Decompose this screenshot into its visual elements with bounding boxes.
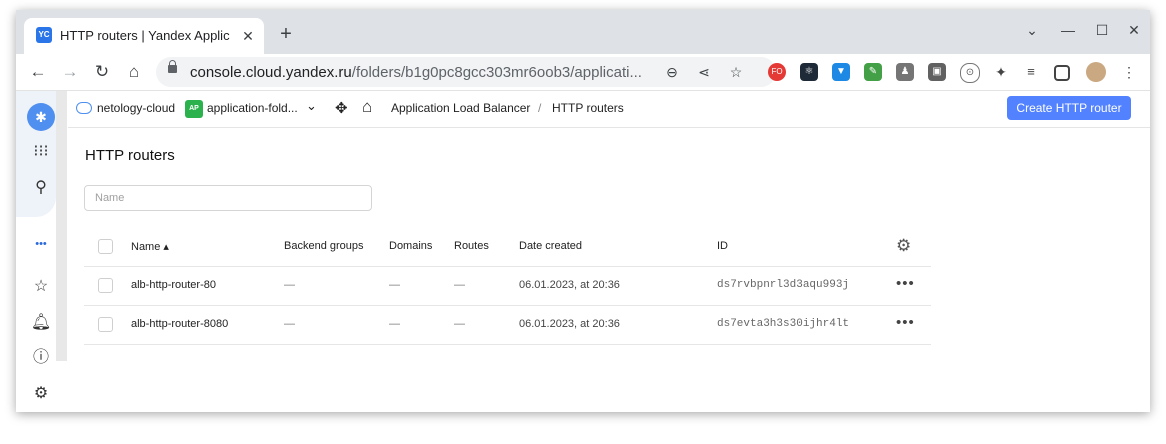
router-name[interactable]: alb-http-router-8080: [131, 318, 228, 330]
column-id: ID: [717, 240, 728, 252]
address-bar[interactable]: console.cloud.yandex.ru/folders/b1g0pc8g…: [156, 57, 776, 87]
main-content: netology-cloud AP application-fold... ⌄ …: [68, 91, 1150, 412]
http-routers-table: Name ▴ Backend groups Domains Routes Dat…: [84, 228, 931, 345]
routes-value: —: [454, 279, 465, 291]
side-panel-icon[interactable]: [1054, 65, 1070, 81]
table-row[interactable]: alb-http-router-80 — — — 06.01.2023, at …: [84, 267, 931, 306]
date-created-value: 06.01.2023, at 20:36: [519, 318, 620, 330]
url-host: console.cloud.yandex.ru: [190, 64, 352, 81]
page-title: HTTP routers: [85, 147, 175, 164]
browser-window: YC HTTP routers | Yandex Applic ✕ + ⌄ — …: [16, 10, 1150, 412]
breadcrumb-cloud[interactable]: netology-cloud: [97, 101, 175, 115]
row-actions-menu-icon[interactable]: •••: [896, 314, 915, 331]
extensions-puzzle-icon[interactable]: ✦: [992, 63, 1010, 81]
home-icon[interactable]: ⌂: [362, 97, 372, 117]
left-nav-scrollbar[interactable]: [56, 91, 67, 361]
extension-fo-icon[interactable]: FO: [768, 63, 786, 81]
router-id-value: ds7rvbpnrl3d3aqu993j: [717, 279, 850, 291]
row-checkbox[interactable]: [98, 317, 113, 332]
profile-avatar[interactable]: [1086, 62, 1106, 82]
home-icon[interactable]: ⌂: [122, 60, 146, 84]
name-filter-field[interactable]: [84, 185, 372, 211]
breadcrumb-current: HTTP routers: [552, 101, 624, 115]
extension-shield-icon[interactable]: ▼: [832, 63, 850, 81]
yc-brand-icon[interactable]: ✱: [27, 103, 55, 131]
folder-chevron-down-icon[interactable]: ⌄: [306, 98, 317, 114]
column-name[interactable]: Name ▴: [131, 240, 169, 253]
folder-badge: AP: [185, 100, 203, 118]
breadcrumb-folder[interactable]: application-fold...: [207, 101, 298, 115]
extension-circle-icon[interactable]: ⊙: [960, 63, 980, 83]
close-window-icon[interactable]: ✕: [1124, 22, 1144, 39]
apps-grid-icon[interactable]: ⁝⁝⁝: [28, 139, 54, 165]
create-http-router-button[interactable]: Create HTTP router: [1007, 96, 1131, 120]
reload-icon[interactable]: ↻: [90, 60, 114, 84]
more-dots-icon[interactable]: •••: [28, 231, 54, 257]
search-icon[interactable]: ⚲: [28, 175, 54, 201]
zoom-icon[interactable]: ⊖: [662, 62, 682, 82]
extension-media-icon[interactable]: ▣: [928, 63, 946, 81]
extension-user-icon[interactable]: ♟: [896, 63, 914, 81]
column-date-created: Date created: [519, 240, 582, 252]
table-settings-gear-icon[interactable]: ⚙: [896, 236, 911, 256]
domains-value: —: [389, 318, 400, 330]
domains-value: —: [389, 279, 400, 291]
forward-arrow-icon[interactable]: →: [58, 60, 82, 84]
lock-icon: [168, 60, 177, 73]
column-routes: Routes: [454, 240, 489, 252]
share-icon[interactable]: ⋖: [694, 62, 714, 82]
tab-search-chevron-icon[interactable]: ⌄: [1022, 22, 1042, 39]
yandex-cloud-favicon-icon: YC: [36, 27, 52, 43]
routes-value: —: [454, 318, 465, 330]
browser-toolbar: ← → ↻ ⌂ console.cloud.yandex.ru/folders/…: [16, 54, 1150, 91]
star-icon[interactable]: ☆: [28, 274, 54, 300]
help-icon[interactable]: ⓘ: [28, 345, 54, 371]
breadcrumb: netology-cloud AP application-fold... ⌄ …: [68, 91, 1150, 128]
minimize-icon[interactable]: —: [1058, 22, 1078, 38]
new-tab-button[interactable]: +: [274, 22, 298, 46]
extension-react-icon[interactable]: ⚛: [800, 63, 818, 81]
breadcrumb-service[interactable]: Application Load Balancer: [391, 101, 530, 115]
date-created-value: 06.01.2023, at 20:36: [519, 279, 620, 291]
url-text[interactable]: console.cloud.yandex.ru/folders/b1g0pc8g…: [190, 64, 642, 81]
breadcrumb-separator: /: [538, 101, 542, 115]
row-checkbox[interactable]: [98, 278, 113, 293]
tab-close-icon[interactable]: ✕: [238, 26, 258, 46]
cloud-icon: [76, 102, 92, 114]
browser-menu-icon[interactable]: ⋮: [1120, 63, 1138, 81]
media-list-icon[interactable]: ≡: [1022, 63, 1040, 81]
bookmark-star-icon[interactable]: ☆: [726, 62, 746, 82]
router-name[interactable]: alb-http-router-80: [131, 279, 216, 291]
back-arrow-icon[interactable]: ←: [26, 60, 50, 84]
row-actions-menu-icon[interactable]: •••: [896, 275, 915, 292]
column-backend-groups: Backend groups: [284, 240, 364, 252]
tab-title: HTTP routers | Yandex Applic: [60, 28, 230, 43]
url-path: /folders/b1g0pc8gcc303mr6oob3/applicati.…: [351, 64, 642, 81]
extension-pencil-icon[interactable]: ✎: [864, 63, 882, 81]
table-row[interactable]: alb-http-router-8080 — — — 06.01.2023, a…: [84, 306, 931, 345]
select-all-checkbox[interactable]: [98, 239, 113, 254]
backend-groups-value: —: [284, 318, 295, 330]
table-header-row: Name ▴ Backend groups Domains Routes Dat…: [84, 228, 931, 267]
name-filter-input[interactable]: [93, 191, 357, 205]
router-id-value: ds7evta3h3s30ijhr4lt: [717, 318, 850, 330]
tab-bar: YC HTTP routers | Yandex Applic ✕ + ⌄ — …: [16, 10, 1150, 54]
browser-tab[interactable]: YC HTTP routers | Yandex Applic ✕: [24, 18, 264, 54]
services-icon[interactable]: ✥: [335, 99, 348, 117]
settings-icon[interactable]: ⚙: [28, 381, 54, 407]
backend-groups-value: —: [284, 279, 295, 291]
maximize-icon[interactable]: ☐: [1092, 22, 1112, 39]
column-domains: Domains: [389, 240, 433, 252]
bell-icon[interactable]: 🔔︎: [28, 310, 54, 336]
